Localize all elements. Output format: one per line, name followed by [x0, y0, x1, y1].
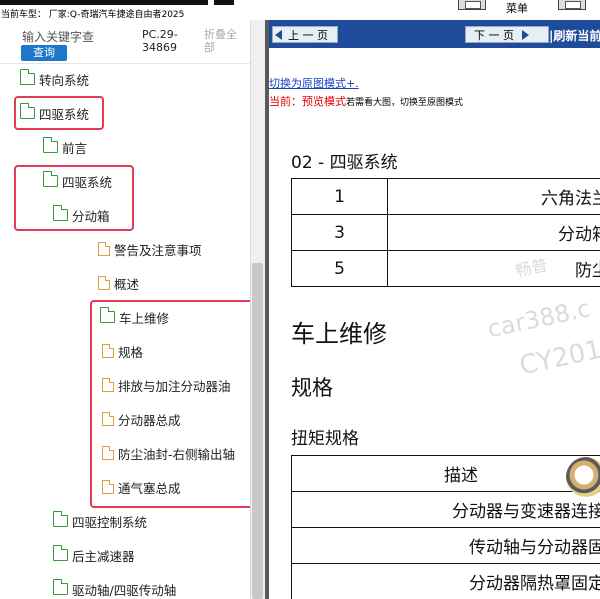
folder-icon [52, 545, 68, 561]
torque-table: 描述 分动器与变速器连接固 传动轴与分动器固定 分动器隔热罩固定螺 [291, 455, 600, 599]
search-input[interactable]: 输入关键字查 [22, 28, 94, 45]
document-icon [98, 241, 111, 256]
tree-item-label: 警告及注意事项 [114, 242, 202, 258]
next-page-label: 下 一 页 [474, 28, 514, 42]
toolbar-strip [214, 0, 234, 5]
tree-item-preface[interactable]: 前言 [42, 135, 88, 159]
highlight-box [14, 96, 104, 130]
current-mode-line: 当前：预览模式若需看大图，切换至原图模式 [269, 93, 463, 109]
refresh-button[interactable]: |刷新当前 [549, 27, 600, 44]
prev-page-label: 上 一 页 [288, 28, 328, 42]
part-number: 1 [291, 178, 388, 215]
mode-prefix: 当前： [269, 95, 302, 108]
part-number: 3 [291, 214, 388, 251]
document-icon [98, 275, 111, 290]
table-row: 3 分动箱总 [291, 214, 600, 251]
section-heading: 车上维修 [291, 320, 387, 348]
tree-item-overview[interactable]: 概述 [98, 271, 139, 295]
table-cell: 传动轴与分动器固定 [291, 527, 600, 564]
highlight-box [14, 165, 134, 231]
tree-item-rear-final-drive[interactable]: 后主减速器 [52, 543, 135, 567]
folder-icon [42, 137, 58, 153]
menu-button[interactable]: 菜单 [506, 0, 528, 16]
top-toolbar: 当前车型： 厂家:Q-奇瑞汽车捷途自由者2025 菜单 [0, 0, 600, 20]
page-nav-bar: 上 一 页 下 一 页 |刷新当前 [269, 20, 600, 48]
toolbar-window-icon[interactable] [558, 0, 586, 10]
current-mode: 预览模式 [302, 95, 346, 108]
prev-page-button[interactable]: 上 一 页 [272, 26, 338, 43]
divider [0, 63, 250, 64]
toolbar-window-icon[interactable] [458, 0, 486, 10]
part-description: 六角法兰面 [387, 178, 600, 215]
part-description: 分动箱总 [387, 214, 600, 251]
table-row: 1 六角法兰面 [291, 178, 600, 215]
document-title: 02 - 四驱系统 [291, 153, 398, 173]
tree-item-label: 四驱控制系统 [72, 514, 148, 530]
tree-item-label: 概述 [114, 276, 140, 292]
brand-logo [566, 457, 600, 497]
tree-item-steering[interactable]: 转向系统 [19, 67, 90, 91]
collapse-all-button[interactable]: 折叠全部 [204, 28, 244, 54]
tree-item-4wd-control[interactable]: 四驱控制系统 [52, 509, 148, 533]
watermark: CY201 [517, 334, 600, 382]
switch-original-mode-link[interactable]: 切换为原图模式+. [269, 75, 359, 91]
tree-item-label: 转向系统 [39, 72, 90, 88]
query-button[interactable]: 查询 [21, 45, 67, 61]
navigation-tree-pane: 输入关键字查 查询 PC.29-34869 折叠全部 转向系统 四驱系统 前言 … [0, 20, 265, 599]
table-cell: 描述 [291, 455, 600, 492]
table-row: 传动轴与分动器固定 [291, 527, 600, 564]
subsection-heading: 扭矩规格 [291, 429, 359, 449]
tree-item-label: 前言 [62, 140, 88, 156]
parts-table: 1 六角法兰面 3 分动箱总 5 防尘油 [291, 178, 600, 287]
tree-item-label: 后主减速器 [72, 548, 135, 564]
folder-icon [19, 69, 35, 85]
document-code: PC.29-34869 [142, 28, 178, 54]
next-page-button[interactable]: 下 一 页 [465, 26, 549, 43]
table-row: 分动器隔热罩固定螺 [291, 563, 600, 599]
table-cell: 分动器隔热罩固定螺 [291, 563, 600, 599]
arrow-left-icon [275, 29, 282, 40]
watermark: car388.c [485, 294, 593, 344]
folder-icon [52, 511, 68, 527]
toolbar-strip [0, 0, 208, 5]
part-number: 5 [291, 250, 388, 287]
subsection-heading: 规格 [291, 376, 333, 400]
tree-item-drive-shaft[interactable]: 驱动轴/四驱传动轴 [52, 577, 177, 599]
part-description: 防尘油 [387, 250, 600, 287]
table-cell: 分动器与变速器连接固 [291, 491, 600, 528]
current-vehicle-label: 当前车型： 厂家:Q-奇瑞汽车捷途自由者2025 [1, 10, 185, 20]
table-row: 描述 [291, 455, 600, 492]
mode-hint: 若需看大图，切换至原图模式 [346, 98, 464, 108]
folder-icon [52, 579, 68, 595]
tree-item-label: 驱动轴/四驱传动轴 [72, 582, 177, 598]
table-row: 分动器与变速器连接固 [291, 491, 600, 528]
tree-item-warnings[interactable]: 警告及注意事项 [98, 237, 202, 261]
highlight-box [90, 300, 256, 508]
arrow-right-icon [522, 29, 529, 40]
scrollbar-thumb[interactable] [252, 263, 263, 599]
table-row: 5 防尘油 [291, 250, 600, 287]
document-viewer: 上 一 页 下 一 页 |刷新当前 切换为原图模式+. 当前：预览模式若需看大图… [269, 20, 600, 599]
